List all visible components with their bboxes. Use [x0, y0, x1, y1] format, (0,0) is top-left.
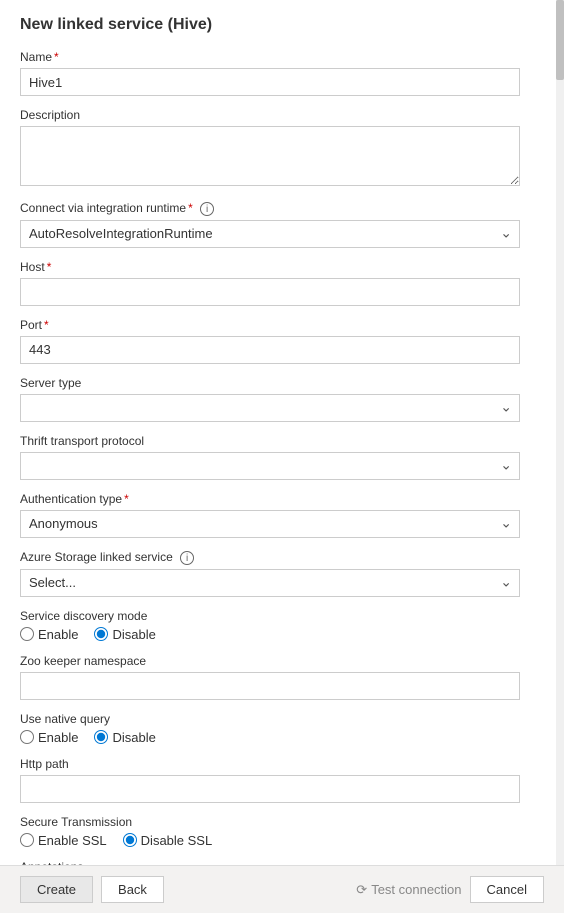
scrollbar-track [556, 0, 564, 870]
description-textarea[interactable] [20, 126, 520, 186]
host-group: Host* [20, 260, 520, 306]
disable-ssl-label: Disable SSL [141, 833, 213, 848]
native-query-disable-radio[interactable] [94, 730, 108, 744]
auth-type-select[interactable]: Anonymous [20, 510, 520, 538]
native-query-enable-option[interactable]: Enable [20, 730, 78, 745]
service-discovery-enable-label: Enable [38, 627, 78, 642]
zookeeper-input[interactable] [20, 672, 520, 700]
port-group: Port* [20, 318, 520, 364]
enable-ssl-option[interactable]: Enable SSL [20, 833, 107, 848]
thrift-select[interactable] [20, 452, 520, 480]
zookeeper-group: Zoo keeper namespace [20, 654, 520, 700]
azure-storage-group: Azure Storage linked service i Select... [20, 550, 520, 597]
description-group: Description [20, 108, 520, 189]
enable-ssl-label: Enable SSL [38, 833, 107, 848]
service-discovery-group: Service discovery mode Enable Disable [20, 609, 520, 642]
name-input[interactable] [20, 68, 520, 96]
name-group: Name* [20, 50, 520, 96]
service-discovery-radio-group: Enable Disable [20, 627, 520, 642]
native-query-radio-group: Enable Disable [20, 730, 520, 745]
secure-transmission-radio-group: Enable SSL Disable SSL [20, 833, 520, 848]
test-connection-label: Test connection [371, 882, 461, 897]
native-query-group: Use native query Enable Disable [20, 712, 520, 745]
integration-runtime-select-wrapper: AutoResolveIntegrationRuntime [20, 220, 520, 248]
azure-storage-select-wrapper: Select... [20, 569, 520, 597]
auth-type-label: Authentication type* [20, 492, 520, 506]
azure-storage-label: Azure Storage linked service i [20, 550, 520, 565]
port-label: Port* [20, 318, 520, 332]
host-label: Host* [20, 260, 520, 274]
auth-type-select-wrapper: Anonymous [20, 510, 520, 538]
scrollbar-thumb[interactable] [556, 0, 564, 80]
enable-ssl-radio[interactable] [20, 833, 34, 847]
test-connection-icon: ⟳ [356, 882, 367, 898]
service-discovery-disable-radio[interactable] [94, 627, 108, 641]
azure-storage-select[interactable]: Select... [20, 569, 520, 597]
cancel-button[interactable]: Cancel [470, 876, 544, 903]
description-label: Description [20, 108, 520, 122]
server-type-group: Server type [20, 376, 520, 422]
native-query-disable-option[interactable]: Disable [94, 730, 155, 745]
footer: Create Back ⟳ Test connection Cancel [0, 865, 564, 913]
server-type-select[interactable] [20, 394, 520, 422]
thrift-label: Thrift transport protocol [20, 434, 520, 448]
native-query-enable-radio[interactable] [20, 730, 34, 744]
secure-transmission-label: Secure Transmission [20, 815, 520, 829]
create-button[interactable]: Create [20, 876, 93, 903]
http-path-group: Http path [20, 757, 520, 803]
service-discovery-enable-option[interactable]: Enable [20, 627, 78, 642]
test-connection-button[interactable]: ⟳ Test connection [356, 882, 461, 898]
panel-title: New linked service (Hive) [20, 16, 520, 34]
disable-ssl-option[interactable]: Disable SSL [123, 833, 213, 848]
service-discovery-disable-label: Disable [112, 627, 155, 642]
integration-runtime-info-icon[interactable]: i [200, 202, 214, 216]
http-path-input[interactable] [20, 775, 520, 803]
integration-runtime-group: Connect via integration runtime* i AutoR… [20, 201, 520, 248]
thrift-select-wrapper [20, 452, 520, 480]
azure-storage-info-icon[interactable]: i [180, 551, 194, 565]
service-discovery-enable-radio[interactable] [20, 627, 34, 641]
native-query-enable-label: Enable [38, 730, 78, 745]
server-type-label: Server type [20, 376, 520, 390]
native-query-label: Use native query [20, 712, 520, 726]
form-panel: New linked service (Hive) Name* Descript… [0, 0, 540, 870]
secure-transmission-group: Secure Transmission Enable SSL Disable S… [20, 815, 520, 848]
service-discovery-disable-option[interactable]: Disable [94, 627, 155, 642]
disable-ssl-radio[interactable] [123, 833, 137, 847]
name-label: Name* [20, 50, 520, 64]
back-button[interactable]: Back [101, 876, 164, 903]
host-input[interactable] [20, 278, 520, 306]
service-discovery-label: Service discovery mode [20, 609, 520, 623]
integration-runtime-select[interactable]: AutoResolveIntegrationRuntime [20, 220, 520, 248]
port-input[interactable] [20, 336, 520, 364]
thrift-group: Thrift transport protocol [20, 434, 520, 480]
integration-runtime-label: Connect via integration runtime* i [20, 201, 520, 216]
zookeeper-label: Zoo keeper namespace [20, 654, 520, 668]
auth-type-group: Authentication type* Anonymous [20, 492, 520, 538]
http-path-label: Http path [20, 757, 520, 771]
native-query-disable-label: Disable [112, 730, 155, 745]
server-type-select-wrapper [20, 394, 520, 422]
